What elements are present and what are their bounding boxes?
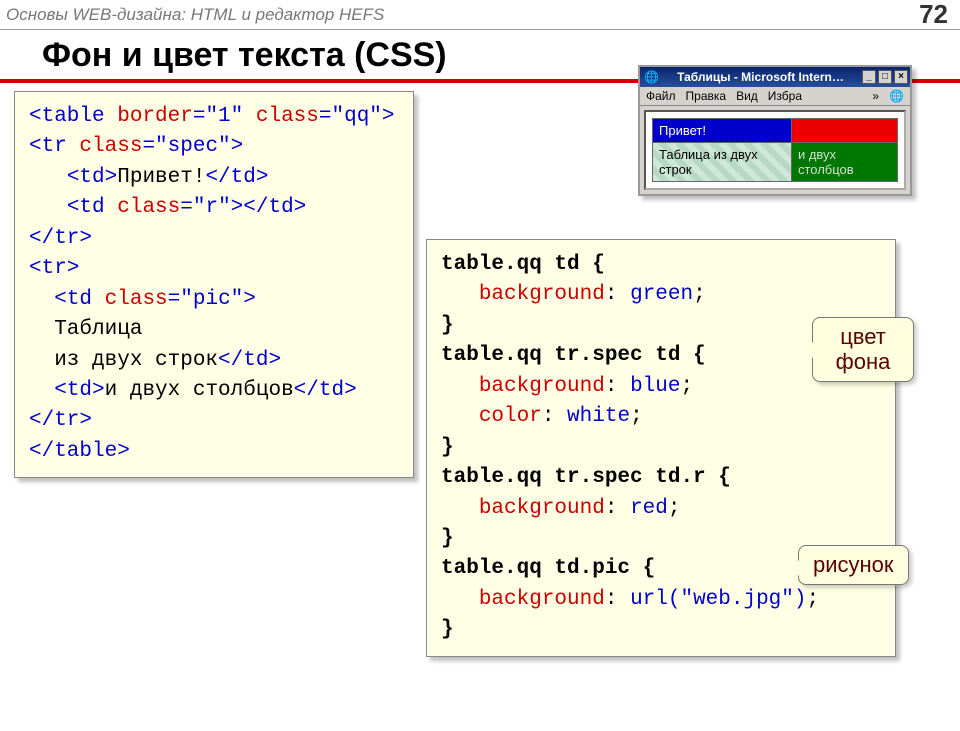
menu-file[interactable]: Файл [646,89,676,103]
minimize-icon[interactable]: _ [862,70,876,84]
callout-bgcolor: цвет фона [812,317,914,382]
menu-edit[interactable]: Правка [686,89,727,103]
browser-document: Привет! Таблица из двух строк и двух сто… [644,110,906,190]
callout-picture: рисунок [798,545,909,585]
css-code-box: table.qq td { background: green; } table… [426,239,896,657]
sample-table: Привет! Таблица из двух строк и двух сто… [652,118,898,182]
menu-view[interactable]: Вид [736,89,758,103]
browser-titlebar: 🌐 Таблицы - Microsoft Intern… _ □ × [640,67,910,87]
browser-menubar: Файл Правка Вид Избра » 🌐 [640,87,910,106]
ie-icon: 🌐 [644,70,659,84]
cell-hello: Привет! [653,119,792,143]
html-code-box: <table border="1" class="qq"> <tr class=… [14,91,414,478]
chevron-right-icon[interactable]: » [872,89,879,103]
cell-green: и двух столбцов [791,143,897,182]
slide-body: <table border="1" class="qq"> <tr class=… [0,91,960,731]
menu-fav[interactable]: Избра [768,89,802,103]
browser-title: Таблицы - Microsoft Intern… [677,70,844,84]
slide-header: Основы WEB-дизайна: HTML и редактор HEFS… [0,0,960,30]
throbber-icon: 🌐 [889,89,904,103]
cell-red [791,119,897,143]
browser-window: 🌐 Таблицы - Microsoft Intern… _ □ × Файл… [638,65,912,196]
page-number: 72 [919,0,948,30]
callout-bgcolor-label: цвет фона [836,324,891,374]
cell-pic: Таблица из двух строк [653,143,792,182]
close-icon[interactable]: × [894,70,908,84]
breadcrumb: Основы WEB-дизайна: HTML и редактор HEFS [6,5,384,25]
callout-picture-label: рисунок [813,552,894,577]
maximize-icon[interactable]: □ [878,70,892,84]
